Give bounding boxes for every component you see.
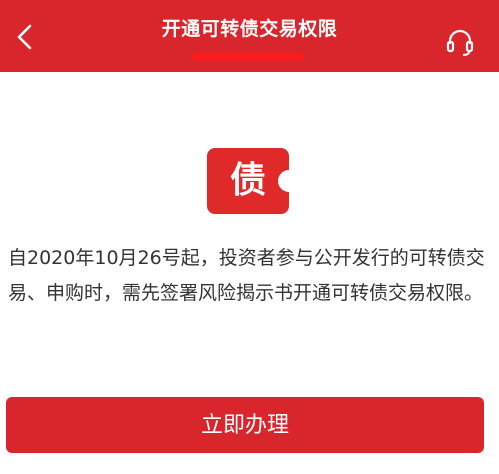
page-title: 开通可转债交易权限 (161, 18, 338, 40)
headset-icon[interactable] (444, 26, 476, 58)
redaction-mark (192, 53, 304, 61)
notice-text: 自2020年10月26号起，投资者参与公开发行的可转债交易、申购时，需先签署风险… (8, 247, 485, 304)
apply-now-button[interactable]: 立即办理 (6, 397, 484, 453)
top-app-bar: 开通可转债交易权限 (0, 0, 499, 72)
bond-badge-label: 债 (229, 160, 266, 201)
